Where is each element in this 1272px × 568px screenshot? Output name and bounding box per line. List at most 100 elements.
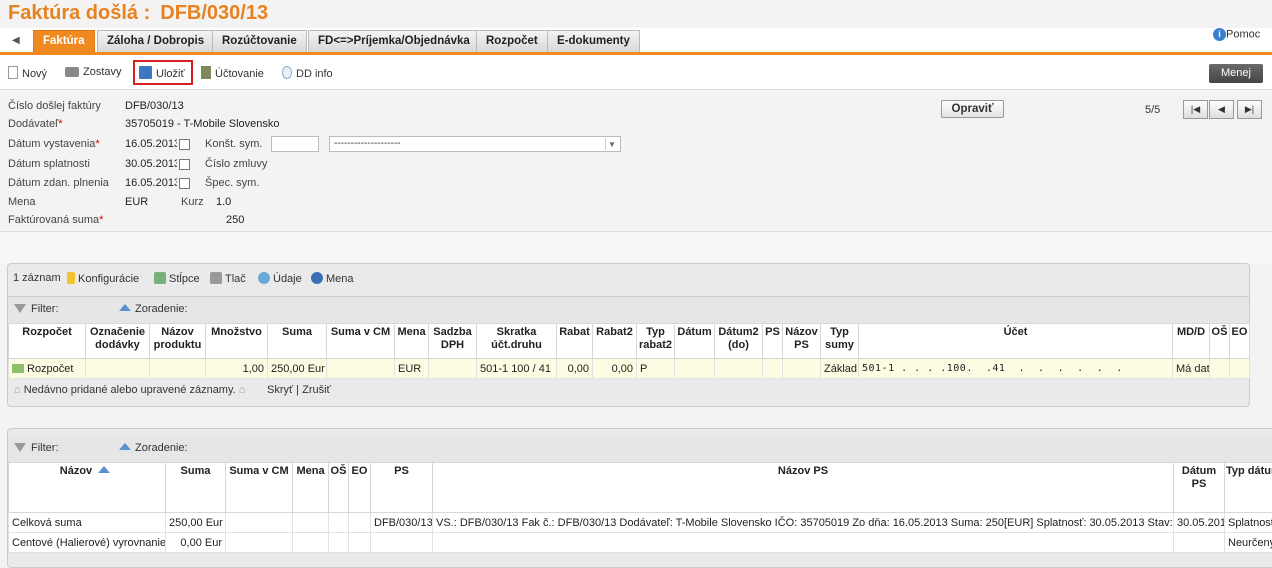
first-record-icon[interactable]: |◀ <box>1183 100 1208 119</box>
col-header[interactable]: Rozpočet <box>9 324 86 359</box>
col-header[interactable]: Skratka účt.druhu <box>477 324 557 359</box>
issue-date-field[interactable]: 16.05.2013 <box>125 138 177 150</box>
col-header[interactable]: Dátum2 (do) <box>715 324 763 359</box>
chevron-down-icon[interactable]: ▼ <box>605 138 618 150</box>
new-button[interactable]: Nový <box>8 66 47 80</box>
invoice-number-value: DFB/030/13 <box>125 100 184 112</box>
invoiced-amount-value: 250 <box>226 214 244 226</box>
const-sym-select-value: -------------------- <box>334 138 401 149</box>
date2-cell <box>715 359 763 379</box>
hide-cancel-links[interactable]: Skryť | Zrušiť <box>267 384 331 396</box>
rate-label: Kurz <box>181 196 204 208</box>
data-button[interactable]: Údaje <box>258 272 302 285</box>
col-header[interactable]: Suma v CM <box>226 463 293 513</box>
col-header[interactable]: EO <box>349 463 371 513</box>
col-header[interactable]: Mena <box>293 463 329 513</box>
col-header[interactable]: Typ sumy <box>821 324 859 359</box>
table-row[interactable]: Celková suma 250,00 Eur DFB/030/13 VS.: … <box>9 513 1272 533</box>
config-button[interactable]: Konfigurácie <box>67 272 139 285</box>
reports-button[interactable]: Zostavy <box>65 66 122 78</box>
grid1-filter[interactable]: Filter: <box>14 303 59 315</box>
col-header[interactable]: Rabat2 <box>593 324 637 359</box>
account-cell: 501-1 . . . .100. .41 . . . . . . <box>859 359 1173 379</box>
budget-cell[interactable]: Rozpočet <box>9 359 86 379</box>
tab-rozuctovanie[interactable]: Rozúčtovanie <box>212 30 307 52</box>
sort-icon <box>119 443 131 450</box>
col-header[interactable]: MD/D <box>1173 324 1210 359</box>
grid2-filter[interactable]: Filter: <box>14 442 59 454</box>
col-header[interactable]: PS <box>763 324 783 359</box>
grid2-sort[interactable]: Zoradenie: <box>119 442 188 454</box>
invoiced-amount-label: Faktúrovaná suma* <box>8 214 103 226</box>
grid1-filter-label: Filter: <box>31 303 59 315</box>
save-button[interactable]: Uložiť <box>139 66 185 80</box>
table-row[interactable]: Centové (Halierové) vyrovnanie 0,00 Eur … <box>9 533 1272 553</box>
calendar-icon[interactable] <box>179 139 190 150</box>
tab-fd-prijemka[interactable]: FD<=>Príjemka/Objednávka <box>308 30 480 52</box>
edit-row-icon[interactable] <box>12 364 24 373</box>
due-date-field[interactable]: 30.05.2013 <box>125 158 177 170</box>
mdd-cell: Má dať <box>1173 359 1210 379</box>
col-header[interactable]: Suma <box>166 463 226 513</box>
col-header[interactable]: Suma <box>268 324 327 359</box>
col-header[interactable]: Suma v CM <box>327 324 395 359</box>
col-header[interactable]: Typ rabat2 <box>637 324 675 359</box>
calendar-icon[interactable] <box>179 178 190 189</box>
col-header[interactable]: Rabat <box>557 324 593 359</box>
col-header[interactable]: Mena <box>395 324 429 359</box>
col-header[interactable]: Účet <box>859 324 1173 359</box>
col-header[interactable]: Typ dátumu pre saldo <box>1225 463 1272 513</box>
col-header[interactable]: Dátum PS <box>1174 463 1225 513</box>
columns-button[interactable]: Stĺpce <box>154 272 200 285</box>
const-sym-select[interactable]: -------------------- ▼ <box>329 136 621 152</box>
columns-label: Stĺpce <box>169 273 200 285</box>
help-label: Pomoc <box>1226 28 1260 40</box>
accounting-button[interactable]: Účtovanie <box>201 66 264 80</box>
fix-button[interactable]: Opraviť <box>941 100 1004 118</box>
col-header[interactable]: Dátum <box>675 324 715 359</box>
tab-rozpocet[interactable]: Rozpočet <box>476 30 548 52</box>
col-header-name[interactable]: Názov <box>9 463 166 513</box>
budget-table: Rozpočet Označenie dodávky Názov produkt… <box>8 323 1250 379</box>
col-header[interactable]: Označenie dodávky <box>86 324 150 359</box>
currency-value: EUR <box>125 196 148 208</box>
help-link[interactable]: iPomoc <box>1213 28 1260 41</box>
col-header[interactable]: OŠ <box>1210 324 1230 359</box>
tab-scroll-left-icon[interactable]: ◀ <box>12 35 20 46</box>
eo-cell <box>349 513 371 533</box>
col-header[interactable]: Množstvo <box>206 324 268 359</box>
tab-e-dokumenty[interactable]: E-dokumenty <box>547 30 640 52</box>
grid2-sort-label: Zoradenie: <box>135 442 188 454</box>
calendar-icon[interactable] <box>179 159 190 170</box>
col-header[interactable]: PS <box>371 463 433 513</box>
col-header[interactable]: OŠ <box>329 463 349 513</box>
less-button[interactable]: Menej <box>1209 64 1263 83</box>
dd-info-button[interactable]: DD info <box>282 66 333 80</box>
new-label: Nový <box>22 68 47 80</box>
col-header[interactable]: Sadzba DPH <box>429 324 477 359</box>
hand-icon <box>67 272 75 284</box>
previous-record-icon[interactable]: ◀ <box>1209 100 1234 119</box>
grid1-sort[interactable]: Zoradenie: <box>119 303 188 315</box>
recent-records-note: ⌂ Nedávno pridané alebo upravené záznamy… <box>14 384 245 396</box>
tab-zaloha-dobropis[interactable]: Záloha / Dobropis <box>97 30 214 52</box>
col-header[interactable]: Názov produktu <box>150 324 206 359</box>
col-header[interactable]: Názov PS <box>433 463 1174 513</box>
lightbulb-icon <box>282 66 292 79</box>
tax-date-field[interactable]: 16.05.2013 <box>125 177 177 189</box>
ps-date-cell: 30.05.2013 <box>1174 513 1225 533</box>
print-button[interactable]: Tlač <box>210 272 246 285</box>
table-row[interactable]: Rozpočet 1,00 250,00 Eur EUR 501-1 100 /… <box>9 359 1250 379</box>
supplier-value[interactable]: 35705019 - T-Mobile Slovensko <box>125 118 280 130</box>
next-record-icon[interactable]: ▶| <box>1237 100 1262 119</box>
acc-type-cell: 501-1 100 / 41 <box>477 359 557 379</box>
ps-cell <box>763 359 783 379</box>
os-cell <box>1210 359 1230 379</box>
home-icon: ⌂ <box>14 384 21 396</box>
col-header[interactable]: Názov PS <box>783 324 821 359</box>
col-header[interactable]: EO <box>1230 324 1250 359</box>
printer-icon <box>65 67 79 77</box>
euro-icon <box>311 272 323 284</box>
const-sym-input[interactable] <box>271 136 319 152</box>
currency-button[interactable]: Mena <box>311 272 354 285</box>
